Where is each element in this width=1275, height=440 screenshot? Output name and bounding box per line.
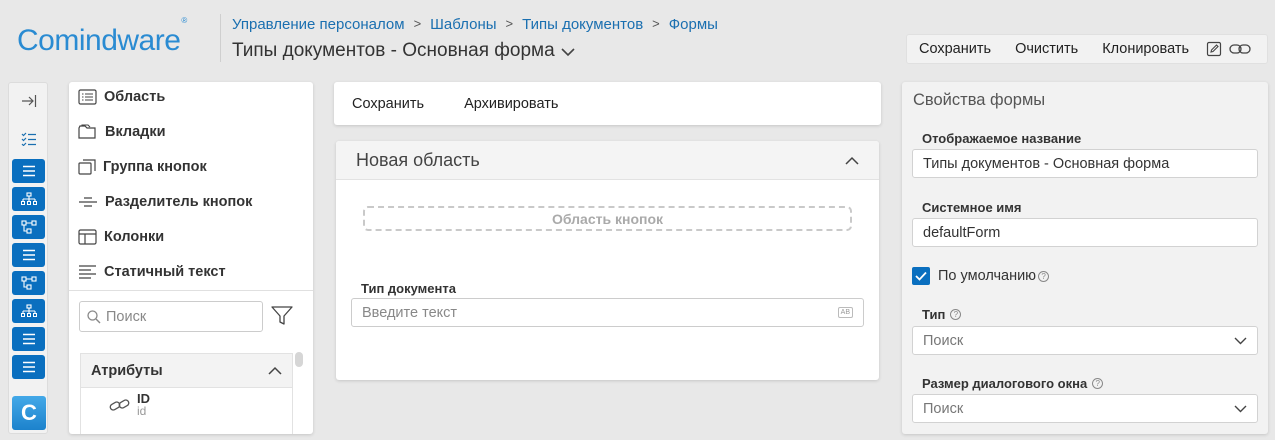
attribute-system-name: id — [137, 404, 147, 418]
form-properties-panel: Свойства формы Отображаемое название Тип… — [902, 82, 1268, 434]
help-icon[interactable]: ? — [1038, 270, 1050, 282]
chevron-up-icon[interactable] — [268, 366, 282, 375]
text-field-icon: AB — [837, 307, 853, 318]
list-icon[interactable] — [12, 159, 45, 183]
header-divider — [220, 14, 221, 62]
chevron-down-icon[interactable] — [561, 47, 575, 57]
hierarchy-icon[interactable] — [12, 299, 45, 323]
palette-item-columns[interactable]: Колонки — [78, 229, 164, 245]
app-launcher-button[interactable]: C — [12, 396, 46, 430]
document-type-label: Тип документа — [361, 281, 456, 296]
dialog-size-label: Размер диалогового окна? — [922, 376, 1104, 391]
chevron-right-icon: > — [413, 16, 422, 31]
palette-item-label: Вкладки — [105, 124, 166, 140]
chevron-down-icon — [1234, 337, 1247, 344]
search-placeholder: Поиск — [106, 308, 147, 325]
list-icon[interactable] — [12, 327, 45, 351]
palette-scrollbar[interactable] — [295, 352, 303, 367]
dialog-size-select[interactable]: Поиск — [912, 394, 1258, 423]
attributes-header[interactable]: Атрибуты — [81, 354, 292, 388]
link-icon — [109, 399, 130, 411]
chevron-right-icon: > — [652, 16, 660, 31]
edit-icon[interactable] — [1201, 41, 1227, 57]
list-icon[interactable] — [12, 243, 45, 267]
separator-icon — [79, 197, 97, 207]
form-toolbar: Сохранить Очистить Клонировать — [906, 34, 1268, 64]
type-select[interactable]: Поиск — [912, 326, 1258, 355]
chevron-up-icon[interactable] — [845, 156, 859, 165]
palette-item-label: Группа кнопок — [103, 159, 207, 175]
palette-divider — [69, 290, 313, 291]
breadcrumb: Управление персоналом > Шаблоны > Типы д… — [232, 16, 718, 33]
input-placeholder: Введите текст — [362, 304, 458, 321]
palette-item-label: Колонки — [104, 229, 165, 245]
document-type-input[interactable]: Введите текст AB — [351, 298, 864, 327]
flow-icon[interactable] — [12, 271, 45, 295]
area-title: Новая область — [356, 149, 480, 170]
breadcrumb-item-doc-types[interactable]: Типы документов — [522, 16, 643, 33]
attributes-panel: Атрибуты ID id — [80, 353, 293, 434]
default-label: По умолчанию — [938, 268, 1037, 284]
system-name-input[interactable]: defaultForm — [912, 218, 1258, 247]
help-icon[interactable]: ? — [950, 309, 962, 320]
chevron-right-icon: > — [505, 16, 514, 31]
attribute-item[interactable]: ID id — [81, 388, 292, 418]
chevron-down-icon — [1234, 405, 1247, 412]
text-lines-icon — [79, 265, 96, 279]
palette-item-label: Статичный текст — [104, 264, 226, 280]
collapse-panel-icon[interactable] — [12, 89, 45, 113]
attributes-title: Атрибуты — [91, 362, 163, 379]
button-zone-dropzone[interactable]: Область кнопок — [363, 206, 852, 231]
help-icon[interactable]: ? — [1092, 378, 1104, 389]
save-button[interactable]: Сохранить — [907, 41, 1003, 57]
button-group-icon — [78, 159, 96, 175]
archive-button[interactable]: Архивировать — [464, 96, 558, 112]
palette-item-area[interactable]: Область — [78, 89, 165, 105]
form-area: Новая область Область кнопок Тип докумен… — [336, 141, 879, 380]
palette-item-label: Область — [104, 89, 166, 105]
palette-item-button-group[interactable]: Группа кнопок — [78, 159, 207, 175]
breadcrumb-item-templates[interactable]: Шаблоны — [430, 16, 496, 33]
display-name-label: Отображаемое название — [922, 131, 1082, 146]
filter-icon[interactable] — [271, 306, 293, 329]
palette-item-label: Разделитель кнопок — [105, 194, 253, 210]
component-palette: Область Вкладки Группа кнопок Разделител… — [69, 82, 313, 434]
area-header[interactable]: Новая область — [336, 141, 879, 180]
hierarchy-icon[interactable] — [12, 187, 45, 211]
palette-search-input[interactable]: Поиск — [79, 301, 263, 332]
palette-item-button-separator[interactable]: Разделитель кнопок — [78, 194, 252, 210]
checklist-icon[interactable] — [12, 127, 45, 151]
left-rail: C — [8, 82, 48, 434]
checkbox-checked-icon[interactable] — [912, 267, 930, 285]
area-icon — [78, 89, 97, 105]
columns-icon — [78, 229, 97, 245]
center-toolbar: Сохранить Архивировать — [334, 82, 881, 125]
tabs-icon — [78, 124, 96, 139]
default-checkbox[interactable]: По умолчанию ? — [912, 267, 1050, 285]
clear-button[interactable]: Очистить — [1003, 41, 1090, 57]
clone-button[interactable]: Клонировать — [1090, 41, 1201, 57]
list-icon[interactable] — [12, 355, 45, 379]
properties-title: Свойства формы — [913, 91, 1046, 109]
system-name-label: Системное имя — [922, 200, 1022, 215]
page-title[interactable]: Типы документов - Основная форма — [232, 40, 575, 62]
save-button[interactable]: Сохранить — [352, 96, 424, 112]
page-title-text: Типы документов - Основная форма — [232, 40, 555, 61]
palette-item-static-text[interactable]: Статичный текст — [78, 264, 226, 280]
comindware-logo[interactable]: Comindware® — [17, 16, 187, 58]
type-label: Тип? — [922, 307, 962, 322]
flow-icon[interactable] — [12, 215, 45, 239]
display-name-input[interactable]: Типы документов - Основная форма — [912, 149, 1258, 178]
search-icon — [87, 309, 101, 323]
breadcrumb-item-forms[interactable]: Формы — [669, 16, 718, 33]
breadcrumb-item-hr[interactable]: Управление персоналом — [232, 16, 405, 33]
palette-item-tabs[interactable]: Вкладки — [78, 124, 166, 140]
link-icon[interactable] — [1227, 42, 1253, 56]
